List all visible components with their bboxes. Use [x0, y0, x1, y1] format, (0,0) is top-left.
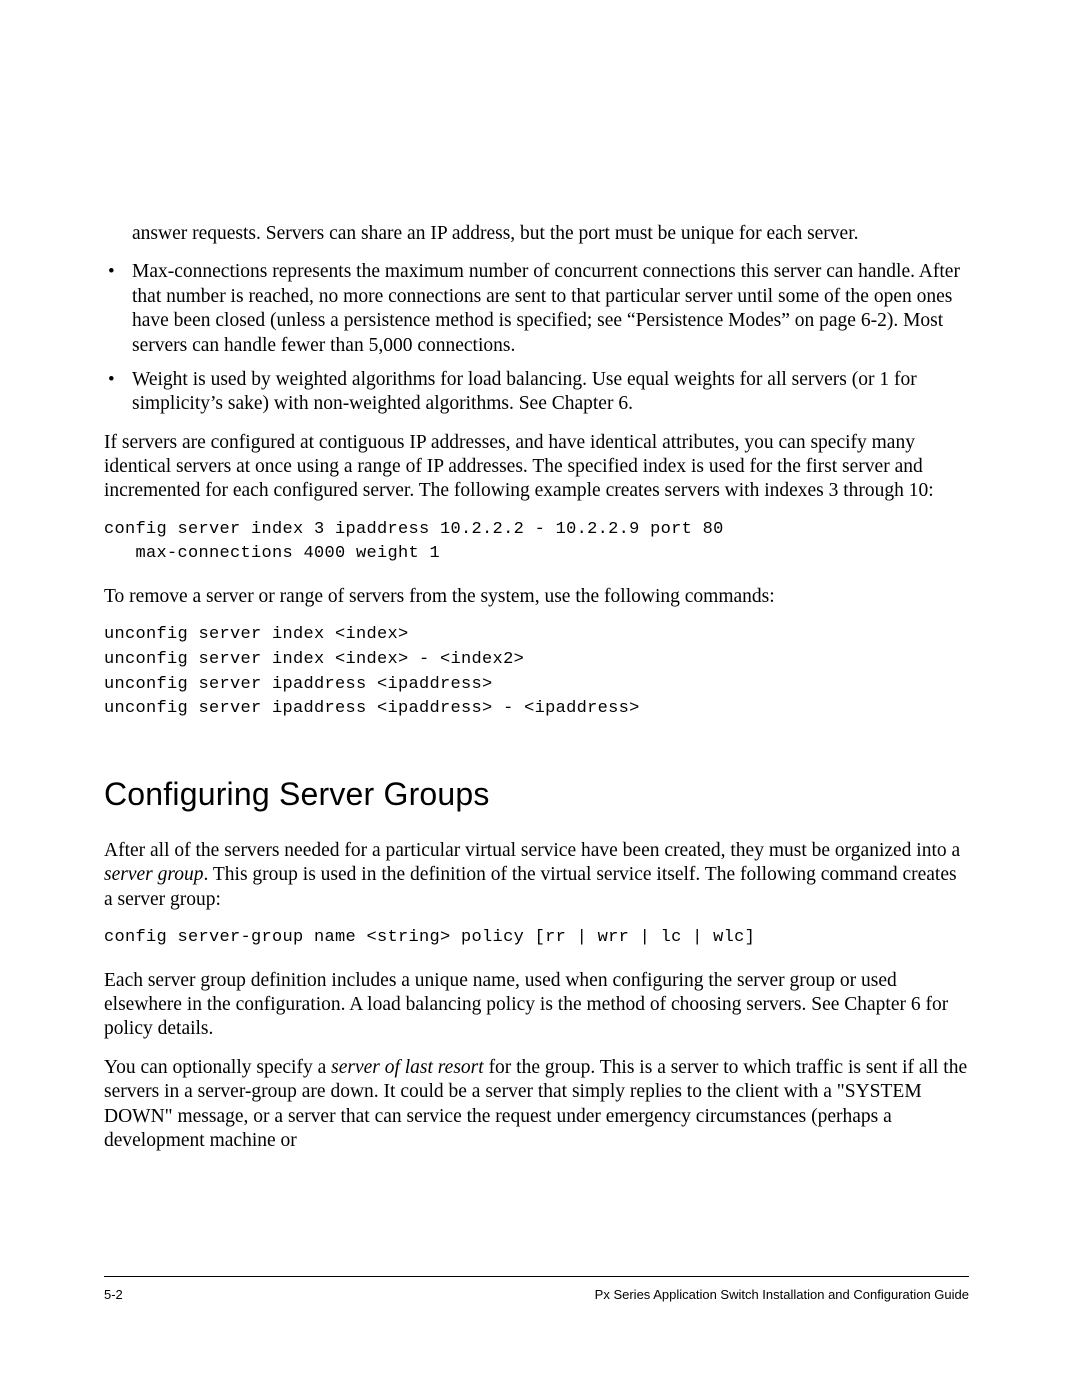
code-block-server-group: config server-group name <string> policy… — [104, 926, 969, 951]
paragraph-group-definition: Each server group definition includes a … — [104, 969, 969, 1042]
page-footer: 5-2 Px Series Application Switch Install… — [104, 1276, 969, 1302]
paragraph-continuation: answer requests. Servers can share an IP… — [104, 222, 969, 246]
code-block-config-server: config server index 3 ipaddress 10.2.2.2… — [104, 518, 969, 567]
footer-rule — [104, 1276, 969, 1277]
paragraph-contiguous: If servers are configured at contiguous … — [104, 431, 969, 504]
page-content: answer requests. Servers can share an IP… — [104, 222, 969, 1167]
footer-title: Px Series Application Switch Installatio… — [595, 1287, 969, 1302]
text-fragment: . This group is used in the definition o… — [104, 864, 957, 909]
paragraph-after-servers: After all of the servers needed for a pa… — [104, 839, 969, 912]
emphasis-last-resort: server of last resort — [331, 1057, 484, 1078]
text-fragment: After all of the servers needed for a pa… — [104, 840, 960, 861]
paragraph-last-resort: You can optionally specify a server of l… — [104, 1056, 969, 1154]
code-block-unconfig: unconfig server index <index> unconfig s… — [104, 623, 969, 722]
bullet-item-maxconnections: Max-connections represents the maximum n… — [104, 260, 969, 358]
bullet-list: Max-connections represents the maximum n… — [104, 260, 969, 416]
emphasis-server-group: server group — [104, 864, 203, 885]
text-fragment: You can optionally specify a — [104, 1057, 331, 1078]
heading-server-groups: Configuring Server Groups — [104, 776, 969, 813]
bullet-item-weight: Weight is used by weighted algorithms fo… — [104, 368, 969, 417]
page-number: 5-2 — [104, 1287, 123, 1302]
footer-row: 5-2 Px Series Application Switch Install… — [104, 1287, 969, 1302]
paragraph-remove: To remove a server or range of servers f… — [104, 585, 969, 609]
